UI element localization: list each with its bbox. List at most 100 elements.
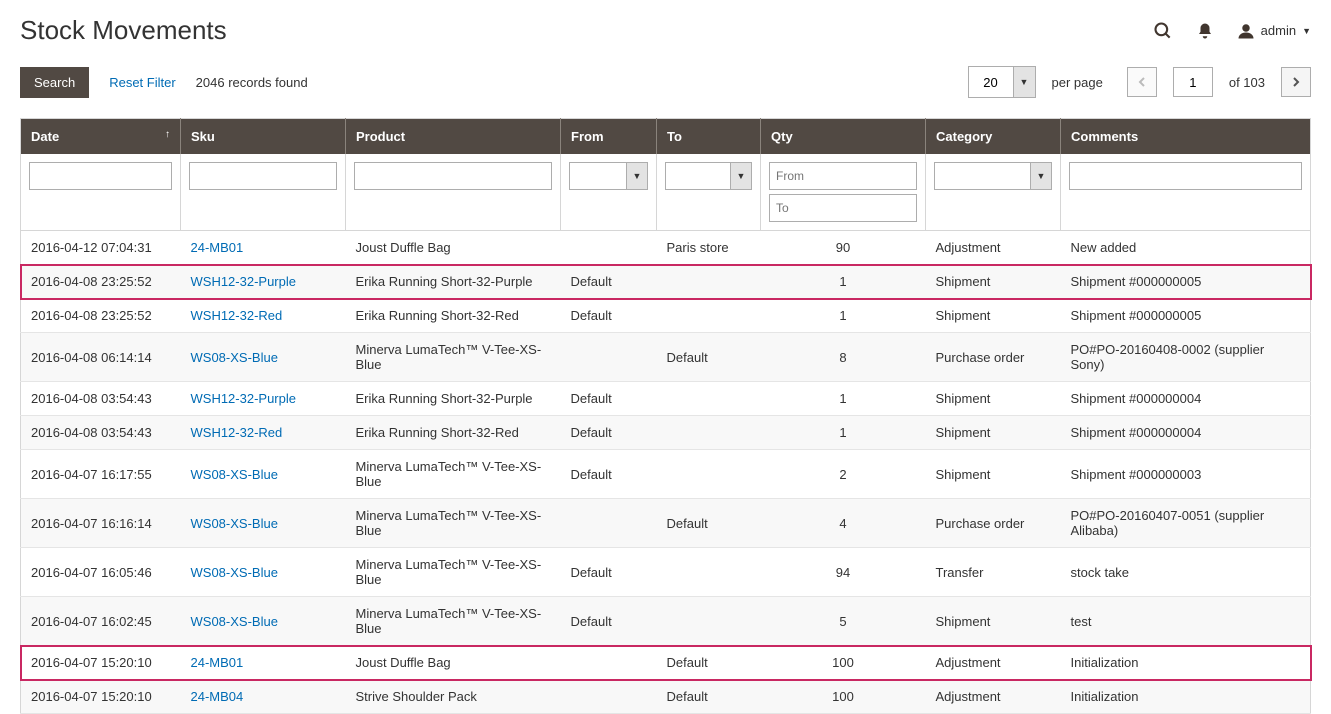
filter-row: ▼ ▼ ▼ bbox=[21, 154, 1311, 231]
chevron-down-icon: ▼ bbox=[1302, 26, 1311, 36]
cell-from: Default bbox=[561, 597, 657, 646]
filter-category-select[interactable]: ▼ bbox=[934, 162, 1052, 190]
sku-link[interactable]: WSH12-32-Red bbox=[191, 308, 283, 323]
data-grid: Date↑ Sku Product From To Qty Category C… bbox=[20, 118, 1311, 714]
table-row[interactable]: 2016-04-08 03:54:43 WSH12-32-Purple Erik… bbox=[21, 382, 1311, 416]
cell-comments: New added bbox=[1061, 231, 1311, 265]
cell-category: Shipment bbox=[926, 299, 1061, 333]
table-row[interactable]: 2016-04-07 16:16:14 WS08-XS-Blue Minerva… bbox=[21, 499, 1311, 548]
page-total-text: of 103 bbox=[1229, 75, 1265, 90]
table-row[interactable]: 2016-04-08 06:14:14 WS08-XS-Blue Minerva… bbox=[21, 333, 1311, 382]
column-header-comments[interactable]: Comments bbox=[1061, 119, 1311, 155]
cell-product: Joust Duffle Bag bbox=[346, 646, 561, 680]
cell-category: Shipment bbox=[926, 450, 1061, 499]
cell-sku: WSH12-32-Red bbox=[181, 299, 346, 333]
cell-comments: Initialization bbox=[1061, 680, 1311, 714]
chevron-down-icon: ▼ bbox=[730, 162, 752, 190]
cell-from bbox=[561, 231, 657, 265]
filter-date-input[interactable] bbox=[29, 162, 172, 190]
table-row[interactable]: 2016-04-07 16:02:45 WS08-XS-Blue Minerva… bbox=[21, 597, 1311, 646]
column-header-from[interactable]: From bbox=[561, 119, 657, 155]
cell-date: 2016-04-07 16:16:14 bbox=[21, 499, 181, 548]
column-header-qty[interactable]: Qty bbox=[761, 119, 926, 155]
records-found-text: 2046 records found bbox=[196, 75, 308, 90]
column-header-date[interactable]: Date↑ bbox=[21, 119, 181, 155]
cell-from: Default bbox=[561, 265, 657, 299]
header-row: Date↑ Sku Product From To Qty Category C… bbox=[21, 119, 1311, 155]
cell-qty: 90 bbox=[761, 231, 926, 265]
search-button[interactable]: Search bbox=[20, 67, 89, 98]
cell-sku: WSH12-32-Purple bbox=[181, 265, 346, 299]
cell-qty: 1 bbox=[761, 265, 926, 299]
user-label: admin bbox=[1261, 23, 1296, 38]
per-page-select[interactable]: ▼ bbox=[968, 66, 1036, 98]
cell-comments: Shipment #000000003 bbox=[1061, 450, 1311, 499]
cell-to bbox=[657, 265, 761, 299]
table-row[interactable]: 2016-04-07 16:17:55 WS08-XS-Blue Minerva… bbox=[21, 450, 1311, 499]
cell-date: 2016-04-08 23:25:52 bbox=[21, 265, 181, 299]
cell-comments: Shipment #000000004 bbox=[1061, 382, 1311, 416]
filter-from-select[interactable]: ▼ bbox=[569, 162, 648, 190]
filter-sku-input[interactable] bbox=[189, 162, 337, 190]
page-input[interactable] bbox=[1173, 67, 1213, 97]
sku-link[interactable]: WS08-XS-Blue bbox=[191, 516, 278, 531]
chevron-down-icon[interactable]: ▼ bbox=[1013, 67, 1035, 97]
table-row[interactable]: 2016-04-12 07:04:31 24-MB01 Joust Duffle… bbox=[21, 231, 1311, 265]
sku-link[interactable]: 24-MB01 bbox=[191, 655, 244, 670]
cell-category: Purchase order bbox=[926, 499, 1061, 548]
sku-link[interactable]: WSH12-32-Red bbox=[191, 425, 283, 440]
notification-icon[interactable] bbox=[1195, 21, 1215, 41]
per-page-value[interactable] bbox=[969, 67, 1013, 97]
cell-from bbox=[561, 646, 657, 680]
table-row[interactable]: 2016-04-07 15:20:10 24-MB04 Strive Shoul… bbox=[21, 680, 1311, 714]
filter-qty-from-input[interactable] bbox=[769, 162, 917, 190]
chevron-right-icon bbox=[1292, 77, 1300, 87]
column-header-product[interactable]: Product bbox=[346, 119, 561, 155]
sku-link[interactable]: 24-MB01 bbox=[191, 240, 244, 255]
sku-link[interactable]: WSH12-32-Purple bbox=[191, 274, 297, 289]
sku-link[interactable]: WS08-XS-Blue bbox=[191, 467, 278, 482]
cell-date: 2016-04-08 23:25:52 bbox=[21, 299, 181, 333]
sku-link[interactable]: WS08-XS-Blue bbox=[191, 350, 278, 365]
column-header-category[interactable]: Category bbox=[926, 119, 1061, 155]
filter-to-select[interactable]: ▼ bbox=[665, 162, 752, 190]
cell-product: Erika Running Short-32-Purple bbox=[346, 265, 561, 299]
reset-filter-link[interactable]: Reset Filter bbox=[109, 75, 175, 90]
search-icon[interactable] bbox=[1153, 21, 1173, 41]
filter-qty-to-input[interactable] bbox=[769, 194, 917, 222]
cell-from: Default bbox=[561, 299, 657, 333]
table-row[interactable]: 2016-04-08 03:54:43 WSH12-32-Red Erika R… bbox=[21, 416, 1311, 450]
cell-from bbox=[561, 499, 657, 548]
cell-product: Minerva LumaTech™ V-Tee-XS-Blue bbox=[346, 548, 561, 597]
table-row[interactable]: 2016-04-08 23:25:52 WSH12-32-Red Erika R… bbox=[21, 299, 1311, 333]
cell-from: Default bbox=[561, 382, 657, 416]
cell-date: 2016-04-07 16:02:45 bbox=[21, 597, 181, 646]
table-row[interactable]: 2016-04-07 16:05:46 WS08-XS-Blue Minerva… bbox=[21, 548, 1311, 597]
table-row[interactable]: 2016-04-08 23:25:52 WSH12-32-Purple Erik… bbox=[21, 265, 1311, 299]
sku-link[interactable]: WS08-XS-Blue bbox=[191, 565, 278, 580]
filter-product-input[interactable] bbox=[354, 162, 552, 190]
cell-category: Purchase order bbox=[926, 333, 1061, 382]
next-page-button[interactable] bbox=[1281, 67, 1311, 97]
user-menu[interactable]: admin ▼ bbox=[1237, 22, 1311, 40]
chevron-down-icon: ▼ bbox=[626, 162, 648, 190]
table-row[interactable]: 2016-04-07 15:20:10 24-MB01 Joust Duffle… bbox=[21, 646, 1311, 680]
cell-product: Strive Shoulder Pack bbox=[346, 680, 561, 714]
column-header-to[interactable]: To bbox=[657, 119, 761, 155]
column-header-sku[interactable]: Sku bbox=[181, 119, 346, 155]
cell-product: Joust Duffle Bag bbox=[346, 231, 561, 265]
cell-date: 2016-04-12 07:04:31 bbox=[21, 231, 181, 265]
sku-link[interactable]: WS08-XS-Blue bbox=[191, 614, 278, 629]
cell-sku: WS08-XS-Blue bbox=[181, 499, 346, 548]
cell-category: Adjustment bbox=[926, 646, 1061, 680]
cell-sku: 24-MB04 bbox=[181, 680, 346, 714]
sku-link[interactable]: WSH12-32-Purple bbox=[191, 391, 297, 406]
cell-to: Default bbox=[657, 499, 761, 548]
prev-page-button[interactable] bbox=[1127, 67, 1157, 97]
cell-sku: WS08-XS-Blue bbox=[181, 548, 346, 597]
cell-qty: 94 bbox=[761, 548, 926, 597]
cell-sku: 24-MB01 bbox=[181, 231, 346, 265]
sku-link[interactable]: 24-MB04 bbox=[191, 689, 244, 704]
filter-comments-input[interactable] bbox=[1069, 162, 1302, 190]
cell-product: Minerva LumaTech™ V-Tee-XS-Blue bbox=[346, 450, 561, 499]
